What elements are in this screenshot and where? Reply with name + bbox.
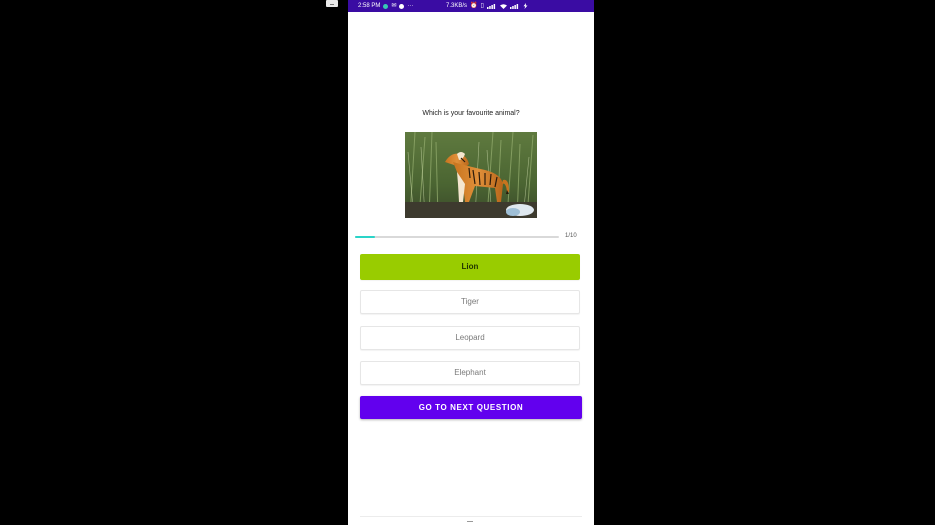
- option-elephant[interactable]: Elephant: [360, 361, 580, 385]
- alarm-icon: ⏰: [470, 3, 478, 9]
- more-notifications-text: ···: [407, 3, 414, 9]
- notification-app-icon: [383, 3, 389, 9]
- option-leopard[interactable]: Leopard: [360, 326, 580, 350]
- screen-recording-frame: 2:58 PM ✉ ··· 7.3KB/s ⏰ ▯ Which is your …: [0, 0, 935, 525]
- window-control-icon[interactable]: [326, 0, 338, 7]
- phone-screen: 2:58 PM ✉ ··· 7.3KB/s ⏰ ▯ Which is your …: [348, 0, 594, 525]
- notification-dot-icon: [399, 3, 405, 9]
- signal-bars-icon: [486, 3, 495, 9]
- status-bar: 2:58 PM ✉ ··· 7.3KB/s ⏰ ▯: [348, 0, 594, 12]
- option-lion[interactable]: Lion: [360, 254, 580, 280]
- mail-icon: ✉: [391, 3, 397, 9]
- next-question-button[interactable]: GO TO NEXT QUESTION: [360, 396, 582, 419]
- progress-text: 1/10: [565, 233, 577, 239]
- vibrate-icon: ▯: [480, 3, 484, 9]
- progress-bar-fill: [355, 236, 376, 238]
- status-time: 2:58 PM: [358, 3, 381, 9]
- question-text: Which is your favourite animal?: [422, 110, 520, 117]
- status-left-group: 2:58 PM ✉ ···: [358, 0, 413, 12]
- progress-bar: [355, 236, 559, 238]
- status-right-group: 7.3KB/s ⏰ ▯: [446, 0, 528, 12]
- bottom-hint-icon: [467, 521, 473, 522]
- battery-charging-icon: [523, 3, 528, 9]
- bottom-divider: [360, 516, 582, 517]
- mobile-signal-icon: [509, 3, 518, 9]
- option-tiger[interactable]: Tiger: [360, 290, 580, 314]
- tiger-image: [405, 132, 537, 218]
- wifi-icon: [499, 3, 507, 9]
- network-speed: 7.3KB/s: [446, 3, 468, 9]
